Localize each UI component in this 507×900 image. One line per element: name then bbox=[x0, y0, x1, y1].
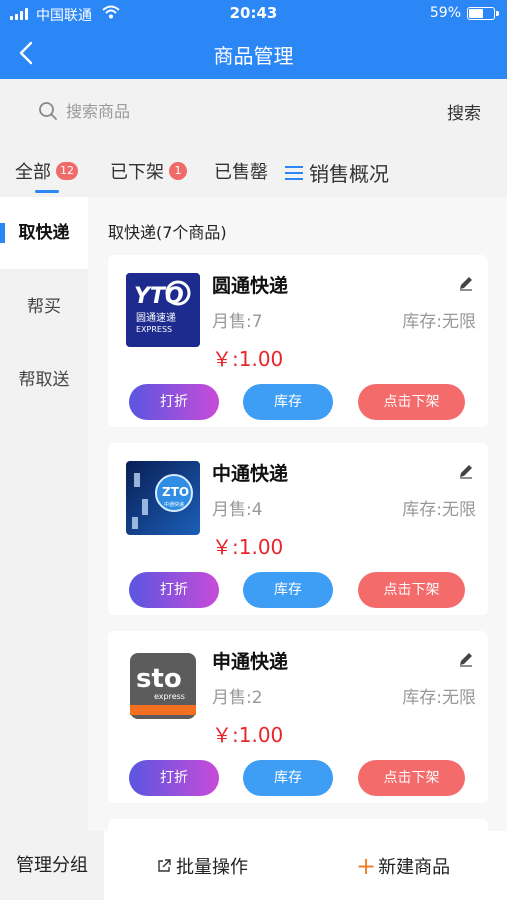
product-price: ￥:1.00 bbox=[212, 535, 284, 559]
tab-sales-overview[interactable]: 销售概况 bbox=[285, 158, 389, 187]
product-name: 申通快递 bbox=[212, 651, 289, 673]
external-link-icon bbox=[158, 859, 171, 872]
product-card-partial bbox=[108, 819, 488, 831]
tab-sales-overview-label: 销售概况 bbox=[309, 162, 389, 186]
search-input[interactable] bbox=[66, 98, 406, 124]
tab-delisted-badge: 1 bbox=[169, 162, 187, 180]
discount-button[interactable]: 打折 bbox=[129, 384, 219, 420]
zto-logo: ZTO 中通快递 bbox=[126, 461, 200, 535]
monthly-sales: 月售:4 bbox=[212, 500, 263, 520]
sidebar-item-help-buy[interactable]: 帮买 bbox=[0, 271, 88, 343]
tab-delisted-label: 已下架 bbox=[110, 162, 164, 183]
inventory-button[interactable]: 库存 bbox=[243, 384, 333, 420]
battery-icon bbox=[467, 7, 499, 20]
sto-logo-text: sto bbox=[136, 664, 182, 694]
top-bar: 中国联通 20:43 59% 商品管理 bbox=[0, 0, 507, 79]
delist-button[interactable]: 点击下架 bbox=[358, 572, 465, 608]
inventory-button[interactable]: 库存 bbox=[243, 760, 333, 796]
new-product-button[interactable]: + 新建商品 bbox=[356, 853, 450, 879]
inventory-button[interactable]: 库存 bbox=[243, 572, 333, 608]
product-card: sto express 申通快递 月售:2 库存:无限 ￥:1.00 打折 库存… bbox=[108, 631, 488, 803]
tab-sold-out[interactable]: 已售罄 bbox=[214, 158, 268, 184]
search-button[interactable]: 搜索 bbox=[447, 99, 481, 124]
page-title: 商品管理 bbox=[213, 44, 294, 68]
search-bar: 搜索 bbox=[0, 79, 507, 142]
monthly-sales: 月售:2 bbox=[212, 688, 263, 708]
delist-button[interactable]: 点击下架 bbox=[358, 384, 465, 420]
yto-logo: YTO 圆通速递 EXPRESS bbox=[126, 273, 200, 347]
sto-logo-sub: express bbox=[154, 692, 185, 701]
monthly-sales: 月售:7 bbox=[212, 312, 263, 332]
stock-status: 库存:无限 bbox=[402, 500, 476, 520]
plus-icon: + bbox=[356, 852, 377, 880]
product-card: YTO 圆通速递 EXPRESS 圆通快递 月售:7 库存:无限 ￥:1.00 … bbox=[108, 255, 488, 427]
tab-sold-out-label: 已售罄 bbox=[214, 162, 268, 183]
search-icon bbox=[39, 102, 57, 120]
discount-button[interactable]: 打折 bbox=[129, 572, 219, 608]
product-card: ZTO 中通快递 中通快递 月售:4 库存:无限 ￥:1.00 打折 库存 点击… bbox=[108, 443, 488, 615]
batch-operation-label: 批量操作 bbox=[176, 857, 248, 878]
active-tab-indicator bbox=[35, 190, 59, 193]
product-list: 取快递(7个商品) YTO 圆通速递 EXPRESS 圆通快递 月售:7 库存:… bbox=[88, 197, 507, 831]
stock-status: 库存:无限 bbox=[402, 688, 476, 708]
category-sidebar: 取快递 帮买 帮取送 bbox=[0, 197, 88, 831]
bottom-action-bar: 管理分组 批量操作 + 新建商品 bbox=[0, 831, 507, 900]
sto-logo: sto express bbox=[126, 649, 200, 723]
tab-all-label: 全部 bbox=[15, 162, 51, 183]
zto-logo-text: ZTO bbox=[162, 485, 189, 499]
status-bar: 中国联通 20:43 59% bbox=[0, 0, 507, 28]
sidebar-item-help-deliver[interactable]: 帮取送 bbox=[0, 344, 88, 416]
discount-button[interactable]: 打折 bbox=[129, 760, 219, 796]
stock-status: 库存:无限 bbox=[402, 312, 476, 332]
product-name: 圆通快递 bbox=[212, 275, 289, 297]
tab-delisted[interactable]: 已下架 1 bbox=[110, 158, 187, 184]
product-price: ￥:1.00 bbox=[212, 723, 284, 747]
menu-icon bbox=[285, 165, 303, 181]
yto-logo-sub: 圆通速递 bbox=[136, 311, 176, 324]
product-name: 中通快递 bbox=[212, 463, 289, 485]
battery-percent: 59% bbox=[429, 5, 461, 21]
manage-groups-button[interactable]: 管理分组 bbox=[0, 831, 104, 900]
sidebar-item-pickup-express[interactable]: 取快递 bbox=[0, 197, 88, 269]
filter-tabs: 全部 12 已下架 1 已售罄 销售概况 bbox=[0, 142, 507, 197]
yto-logo-text: YTO bbox=[134, 284, 184, 309]
edit-pencil-icon[interactable] bbox=[458, 463, 474, 479]
yto-logo-sub2: EXPRESS bbox=[136, 325, 172, 334]
zto-logo-sub: 中通快递 bbox=[164, 501, 184, 508]
delist-button[interactable]: 点击下架 bbox=[358, 760, 465, 796]
batch-operation-button[interactable]: 批量操作 bbox=[156, 853, 248, 879]
new-product-label: 新建商品 bbox=[378, 857, 451, 878]
edit-pencil-icon[interactable] bbox=[458, 275, 474, 291]
tab-all-badge: 12 bbox=[56, 162, 78, 180]
section-title: 取快递(7个商品) bbox=[108, 223, 227, 242]
product-price: ￥:1.00 bbox=[212, 347, 284, 371]
edit-pencil-icon[interactable] bbox=[458, 651, 474, 667]
tab-all[interactable]: 全部 12 bbox=[15, 158, 78, 184]
